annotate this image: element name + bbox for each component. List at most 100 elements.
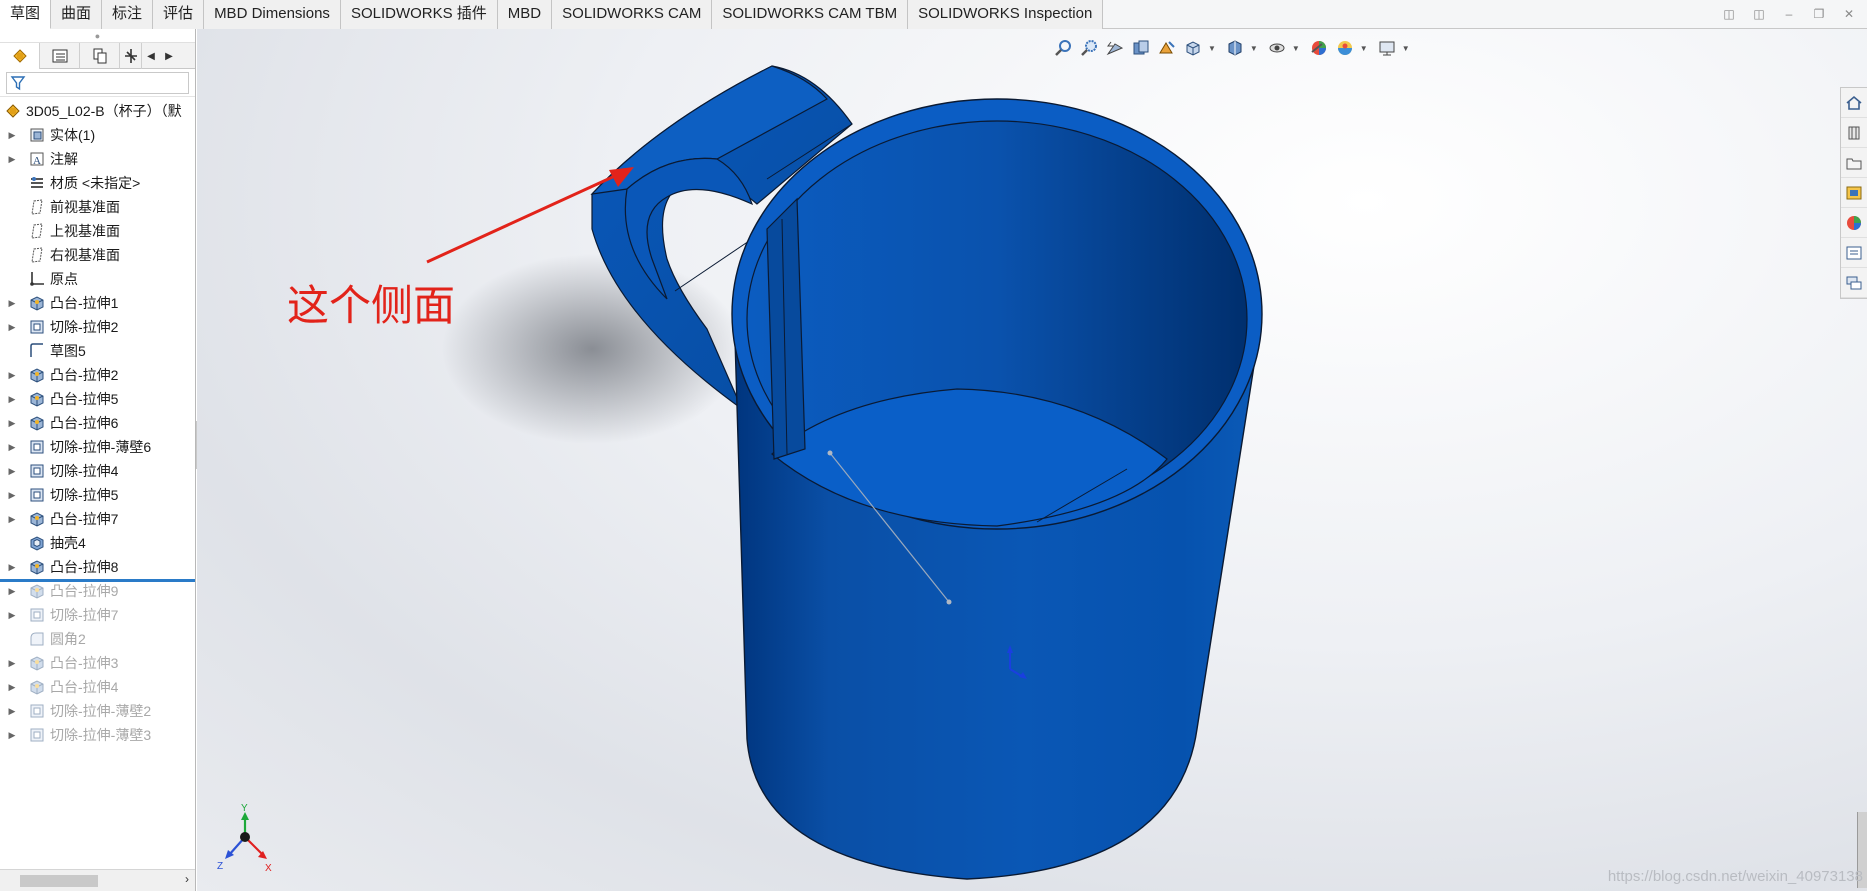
expand-caret-icon[interactable]: ▶ [6, 610, 18, 621]
boss-extrude-icon [28, 510, 46, 528]
configuration-manager-tab[interactable] [80, 43, 120, 69]
panel-top-grip[interactable]: ● [0, 29, 195, 43]
tree-item[interactable]: ▶ 切除-拉伸2 [0, 315, 195, 339]
tree-item-label: 切除-拉伸-薄壁6 [50, 439, 152, 455]
close-icon[interactable]: ✕ [1841, 6, 1857, 22]
tree-item-label: 凸台-拉伸9 [50, 583, 119, 599]
tree-item[interactable]: 右视基准面 [0, 243, 195, 267]
custom-properties-icon[interactable] [1841, 238, 1867, 268]
tabs-scroll-left-icon[interactable]: ◀ [142, 43, 160, 69]
rollback-bar[interactable] [0, 579, 195, 582]
tab-9[interactable]: SOLIDWORKS Inspection [908, 0, 1104, 29]
tab-2[interactable]: 标注 [102, 0, 154, 29]
tree-item[interactable]: ▶ 凸台-拉伸5 [0, 387, 195, 411]
minimize-icon[interactable]: – [1781, 6, 1797, 22]
tree-root-part[interactable]: 3D05_L02-B（杯子）（默 [0, 99, 195, 123]
cup-model[interactable] [197, 29, 1867, 891]
tree-item[interactable]: ▶ 凸台-拉伸9 [0, 579, 195, 603]
design-library-icon[interactable] [1841, 118, 1867, 148]
expand-caret-icon[interactable]: ▶ [6, 730, 18, 741]
expand-caret-icon[interactable]: ▶ [6, 658, 18, 669]
tree-item[interactable]: ▶ 凸台-拉伸8 [0, 555, 195, 579]
tree-item[interactable]: 前视基准面 [0, 195, 195, 219]
tab-6[interactable]: MBD [497, 0, 553, 29]
expand-caret-icon[interactable]: ▶ [6, 322, 18, 333]
expand-caret-icon[interactable]: ▶ [6, 154, 18, 165]
scroll-right-icon[interactable]: › [185, 872, 189, 886]
expand-caret-icon[interactable]: ▶ [6, 466, 18, 477]
tree-item[interactable]: 抽壳4 [0, 531, 195, 555]
tree-item[interactable]: ▶ 凸台-拉伸3 [0, 651, 195, 675]
tree-item[interactable]: 上视基准面 [0, 219, 195, 243]
tree-item[interactable]: 圆角2 [0, 627, 195, 651]
expand-caret-icon[interactable]: ▶ [6, 490, 18, 501]
tab-1[interactable]: 曲面 [51, 0, 103, 29]
home-icon[interactable] [1841, 88, 1867, 118]
tree-filter-input[interactable] [6, 72, 189, 94]
boss-extrude-icon [28, 582, 46, 600]
graphics-viewport[interactable]: ▼ ▼ ▼ ▼ ▼ 这个侧面 Y X Z https://blog.csdn.n… [197, 29, 1867, 891]
annotation-label: 这个侧面 [287, 281, 456, 330]
tree-item[interactable]: ▶ 切除-拉伸-薄壁2 [0, 699, 195, 723]
expand-caret-icon[interactable]: ▶ [6, 682, 18, 693]
restore-icon[interactable]: ❐ [1811, 6, 1827, 22]
tree-item[interactable]: ▶ 切除-拉伸-薄壁6 [0, 435, 195, 459]
view-palette-icon[interactable] [1841, 178, 1867, 208]
expand-caret-icon[interactable]: ▶ [6, 586, 18, 597]
expand-caret-icon[interactable]: ▶ [6, 562, 18, 573]
tree-item[interactable]: ▶ A 注解 [0, 147, 195, 171]
tree-item[interactable]: ▶ 凸台-拉伸7 [0, 507, 195, 531]
feature-manager-tab[interactable] [0, 43, 40, 69]
tree-item[interactable]: ▶ 切除-拉伸5 [0, 483, 195, 507]
expand-caret-icon[interactable]: ▶ [6, 514, 18, 525]
tree-item-label: 凸台-拉伸5 [50, 391, 119, 407]
tab-0[interactable]: 草图 [0, 0, 52, 29]
tree-item[interactable]: 原点 [0, 267, 195, 291]
filter-row [0, 69, 195, 97]
expand-caret-icon[interactable]: ▶ [6, 706, 18, 717]
tree-item[interactable]: 材质 <未指定> [0, 171, 195, 195]
forum-icon[interactable] [1841, 268, 1867, 298]
panel-left-icon[interactable]: ◫ [1721, 6, 1737, 22]
expand-caret-icon[interactable]: ▶ [6, 442, 18, 453]
property-manager-tab[interactable] [40, 43, 80, 69]
tab-5[interactable]: SOLIDWORKS 插件 [340, 0, 498, 29]
expand-caret-icon[interactable]: ▶ [6, 370, 18, 381]
tree-item-label: 凸台-拉伸8 [50, 559, 119, 575]
expand-caret-icon[interactable]: ▶ [6, 418, 18, 429]
dimxpert-manager-tab[interactable] [120, 43, 142, 69]
appearances-icon[interactable] [1841, 208, 1867, 238]
tree-item-label: 草图5 [50, 343, 86, 359]
tree-item[interactable]: ▶ 凸台-拉伸2 [0, 363, 195, 387]
svg-text:A: A [33, 155, 41, 167]
tree-item-label: 切除-拉伸-薄壁3 [50, 727, 152, 743]
file-explorer-icon[interactable] [1841, 148, 1867, 178]
tab-4[interactable]: MBD Dimensions [204, 0, 341, 29]
expand-caret-icon[interactable]: ▶ [6, 394, 18, 405]
tree-item[interactable]: 草图5 [0, 339, 195, 363]
dimxpert-icon [124, 49, 137, 63]
tree-item[interactable]: ▶ 切除-拉伸7 [0, 603, 195, 627]
expand-caret-icon[interactable]: ▶ [6, 298, 18, 309]
horizontal-scrollbar[interactable]: › [0, 869, 195, 891]
scrollbar-thumb[interactable] [20, 875, 98, 887]
tree-item[interactable]: ▶ 切除-拉伸4 [0, 459, 195, 483]
tab-3[interactable]: 评估 [153, 0, 205, 29]
boss-extrude-icon [28, 558, 46, 576]
tree-item[interactable]: ▶ 切除-拉伸-薄壁3 [0, 723, 195, 747]
tree-item-label: 上视基准面 [50, 223, 120, 239]
tabs-scroll-right-icon[interactable]: ▶ [160, 43, 178, 69]
cut-extrude-icon [28, 318, 46, 336]
tab-7[interactable]: SOLIDWORKS CAM [552, 0, 713, 29]
tree-item[interactable]: ▶ 凸台-拉伸6 [0, 411, 195, 435]
tab-8[interactable]: SOLIDWORKS CAM TBM [712, 0, 909, 29]
manager-tabs: ◀ ▶ [0, 43, 195, 69]
panel-right-icon[interactable]: ◫ [1751, 6, 1767, 22]
expand-caret-icon[interactable]: ▶ [6, 130, 18, 141]
tree-item[interactable]: ▶ 凸台-拉伸1 [0, 291, 195, 315]
cut-extrude-icon [28, 486, 46, 504]
tree-item[interactable]: ▶ 实体(1) [0, 123, 195, 147]
tree-item-label: 凸台-拉伸1 [50, 295, 119, 311]
boss-extrude-icon [28, 390, 46, 408]
tree-item[interactable]: ▶ 凸台-拉伸4 [0, 675, 195, 699]
